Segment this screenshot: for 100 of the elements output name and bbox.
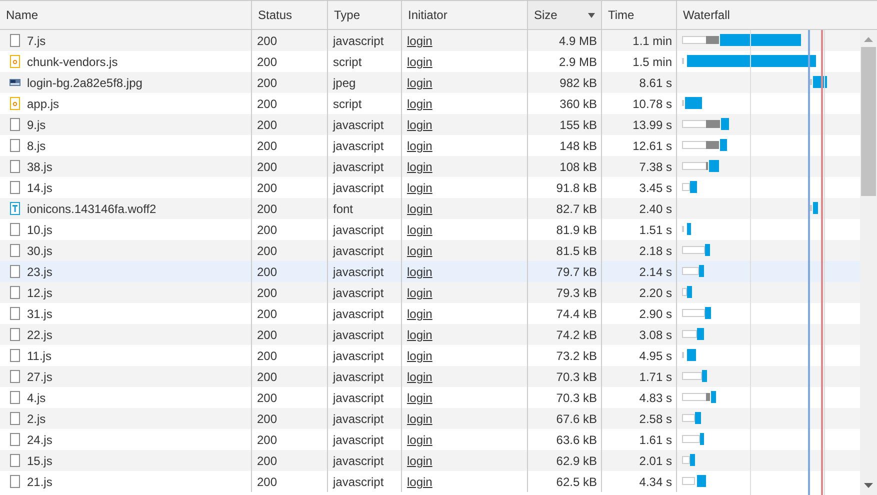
load-time: 4.34 s: [639, 474, 672, 488]
initiator-link[interactable]: login: [407, 244, 432, 258]
resource-type: jpeg: [333, 76, 356, 90]
waterfall-bar: [682, 328, 704, 340]
resource-size: 62.9 kB: [556, 454, 597, 468]
load-time: 13.99 s: [632, 118, 672, 132]
file-icon: [9, 307, 21, 320]
initiator-link[interactable]: login: [407, 412, 432, 426]
resource-type: javascript: [333, 348, 384, 362]
resource-size: 4.9 MB: [558, 34, 597, 48]
initiator-link[interactable]: login: [407, 264, 432, 278]
load-time: 8.61 s: [639, 76, 672, 90]
file-icon: [9, 160, 21, 173]
initiator-link[interactable]: login: [407, 202, 432, 216]
resource-type: javascript: [333, 412, 384, 426]
font-icon: [9, 202, 21, 215]
load-time: 1.51 s: [639, 222, 672, 236]
file-name[interactable]: 38.js: [27, 160, 52, 174]
resource-type: javascript: [333, 306, 384, 320]
resource-size: 91.8 kB: [556, 180, 597, 194]
initiator-link[interactable]: login: [407, 222, 432, 236]
initiator-link[interactable]: login: [407, 370, 432, 384]
waterfall-bar: [682, 412, 701, 424]
initiator-link[interactable]: login: [407, 432, 432, 446]
file-name[interactable]: 11.js: [27, 348, 52, 362]
initiator-link[interactable]: login: [407, 390, 432, 404]
resource-type: javascript: [333, 160, 384, 174]
resource-size: 108 kB: [560, 160, 597, 174]
resource-size: 360 kB: [560, 96, 597, 110]
file-name[interactable]: 31.js: [27, 306, 52, 320]
load-time: 4.95 s: [639, 348, 672, 362]
initiator-link[interactable]: login: [407, 454, 432, 468]
initiator-link[interactable]: login: [407, 180, 432, 194]
initiator-link[interactable]: login: [407, 138, 432, 152]
initiator-link[interactable]: login: [407, 160, 432, 174]
file-name[interactable]: 8.js: [27, 138, 46, 152]
resource-type: javascript: [333, 328, 384, 342]
file-name[interactable]: 21.js: [27, 474, 52, 488]
file-icon: [9, 433, 21, 446]
file-name[interactable]: 23.js: [27, 264, 52, 278]
file-icon: [9, 181, 21, 194]
waterfall-bar: [682, 181, 697, 193]
file-name[interactable]: 24.js: [27, 432, 52, 446]
file-name[interactable]: chunk-vendors.js: [27, 54, 118, 68]
file-name[interactable]: 2.js: [27, 412, 46, 426]
status-code: 200: [257, 202, 278, 216]
resource-type: javascript: [333, 138, 384, 152]
file-icon: [9, 223, 21, 236]
file-name[interactable]: 22.js: [27, 328, 52, 342]
file-name[interactable]: 7.js: [27, 34, 46, 48]
file-name[interactable]: ionicons.143146fa.woff2: [27, 202, 156, 216]
status-code: 200: [257, 328, 278, 342]
initiator-link[interactable]: login: [407, 54, 432, 68]
file-name[interactable]: 9.js: [27, 118, 46, 132]
status-code: 200: [257, 474, 278, 488]
file-name[interactable]: 27.js: [27, 370, 52, 384]
file-icon: [9, 286, 21, 299]
file-icon: [9, 349, 21, 362]
load-time: 10.78 s: [632, 96, 672, 110]
initiator-link[interactable]: login: [407, 348, 432, 362]
load-time: 12.61 s: [632, 138, 672, 152]
file-icon: [9, 244, 21, 257]
initiator-link[interactable]: login: [407, 328, 432, 342]
load-time: 1.61 s: [639, 432, 672, 446]
resource-size: 81.5 kB: [556, 244, 597, 258]
resource-size: 62.5 kB: [556, 474, 597, 488]
script-icon: [9, 55, 21, 68]
scrollbar-thumb[interactable]: [861, 47, 876, 196]
file-name[interactable]: 30.js: [27, 244, 52, 258]
status-code: 200: [257, 264, 278, 278]
file-name[interactable]: 10.js: [27, 222, 52, 236]
status-code: 200: [257, 390, 278, 404]
load-time: 4.83 s: [639, 390, 672, 404]
file-name[interactable]: login-bg.2a82e5f8.jpg: [27, 76, 142, 90]
load-time: 1.71 s: [639, 370, 672, 384]
status-code: 200: [257, 348, 278, 362]
scroll-down-icon[interactable]: [864, 483, 873, 488]
load-time: 1.5 min: [632, 54, 672, 68]
file-name[interactable]: 12.js: [27, 286, 52, 300]
waterfall-bar: [682, 433, 704, 445]
file-icon: [9, 34, 21, 47]
resource-size: 74.4 kB: [556, 306, 597, 320]
file-name[interactable]: 4.js: [27, 390, 46, 404]
file-name[interactable]: 14.js: [27, 180, 52, 194]
initiator-link[interactable]: login: [407, 286, 432, 300]
initiator-link[interactable]: login: [407, 474, 432, 488]
initiator-link[interactable]: login: [407, 96, 432, 110]
initiator-link[interactable]: login: [407, 76, 432, 90]
initiator-link[interactable]: login: [407, 118, 432, 132]
column-header[interactable]: Size: [527, 1, 601, 29]
initiator-link[interactable]: login: [407, 306, 432, 320]
file-name[interactable]: app.js: [27, 96, 60, 110]
status-code: 200: [257, 370, 278, 384]
resource-type: javascript: [333, 390, 384, 404]
sort-descending-icon[interactable]: [588, 12, 595, 18]
file-icon: [9, 328, 21, 341]
load-time: 2.20 s: [639, 286, 672, 300]
load-time: 2.40 s: [639, 202, 672, 216]
file-name[interactable]: 15.js: [27, 454, 52, 468]
initiator-link[interactable]: login: [407, 34, 432, 48]
